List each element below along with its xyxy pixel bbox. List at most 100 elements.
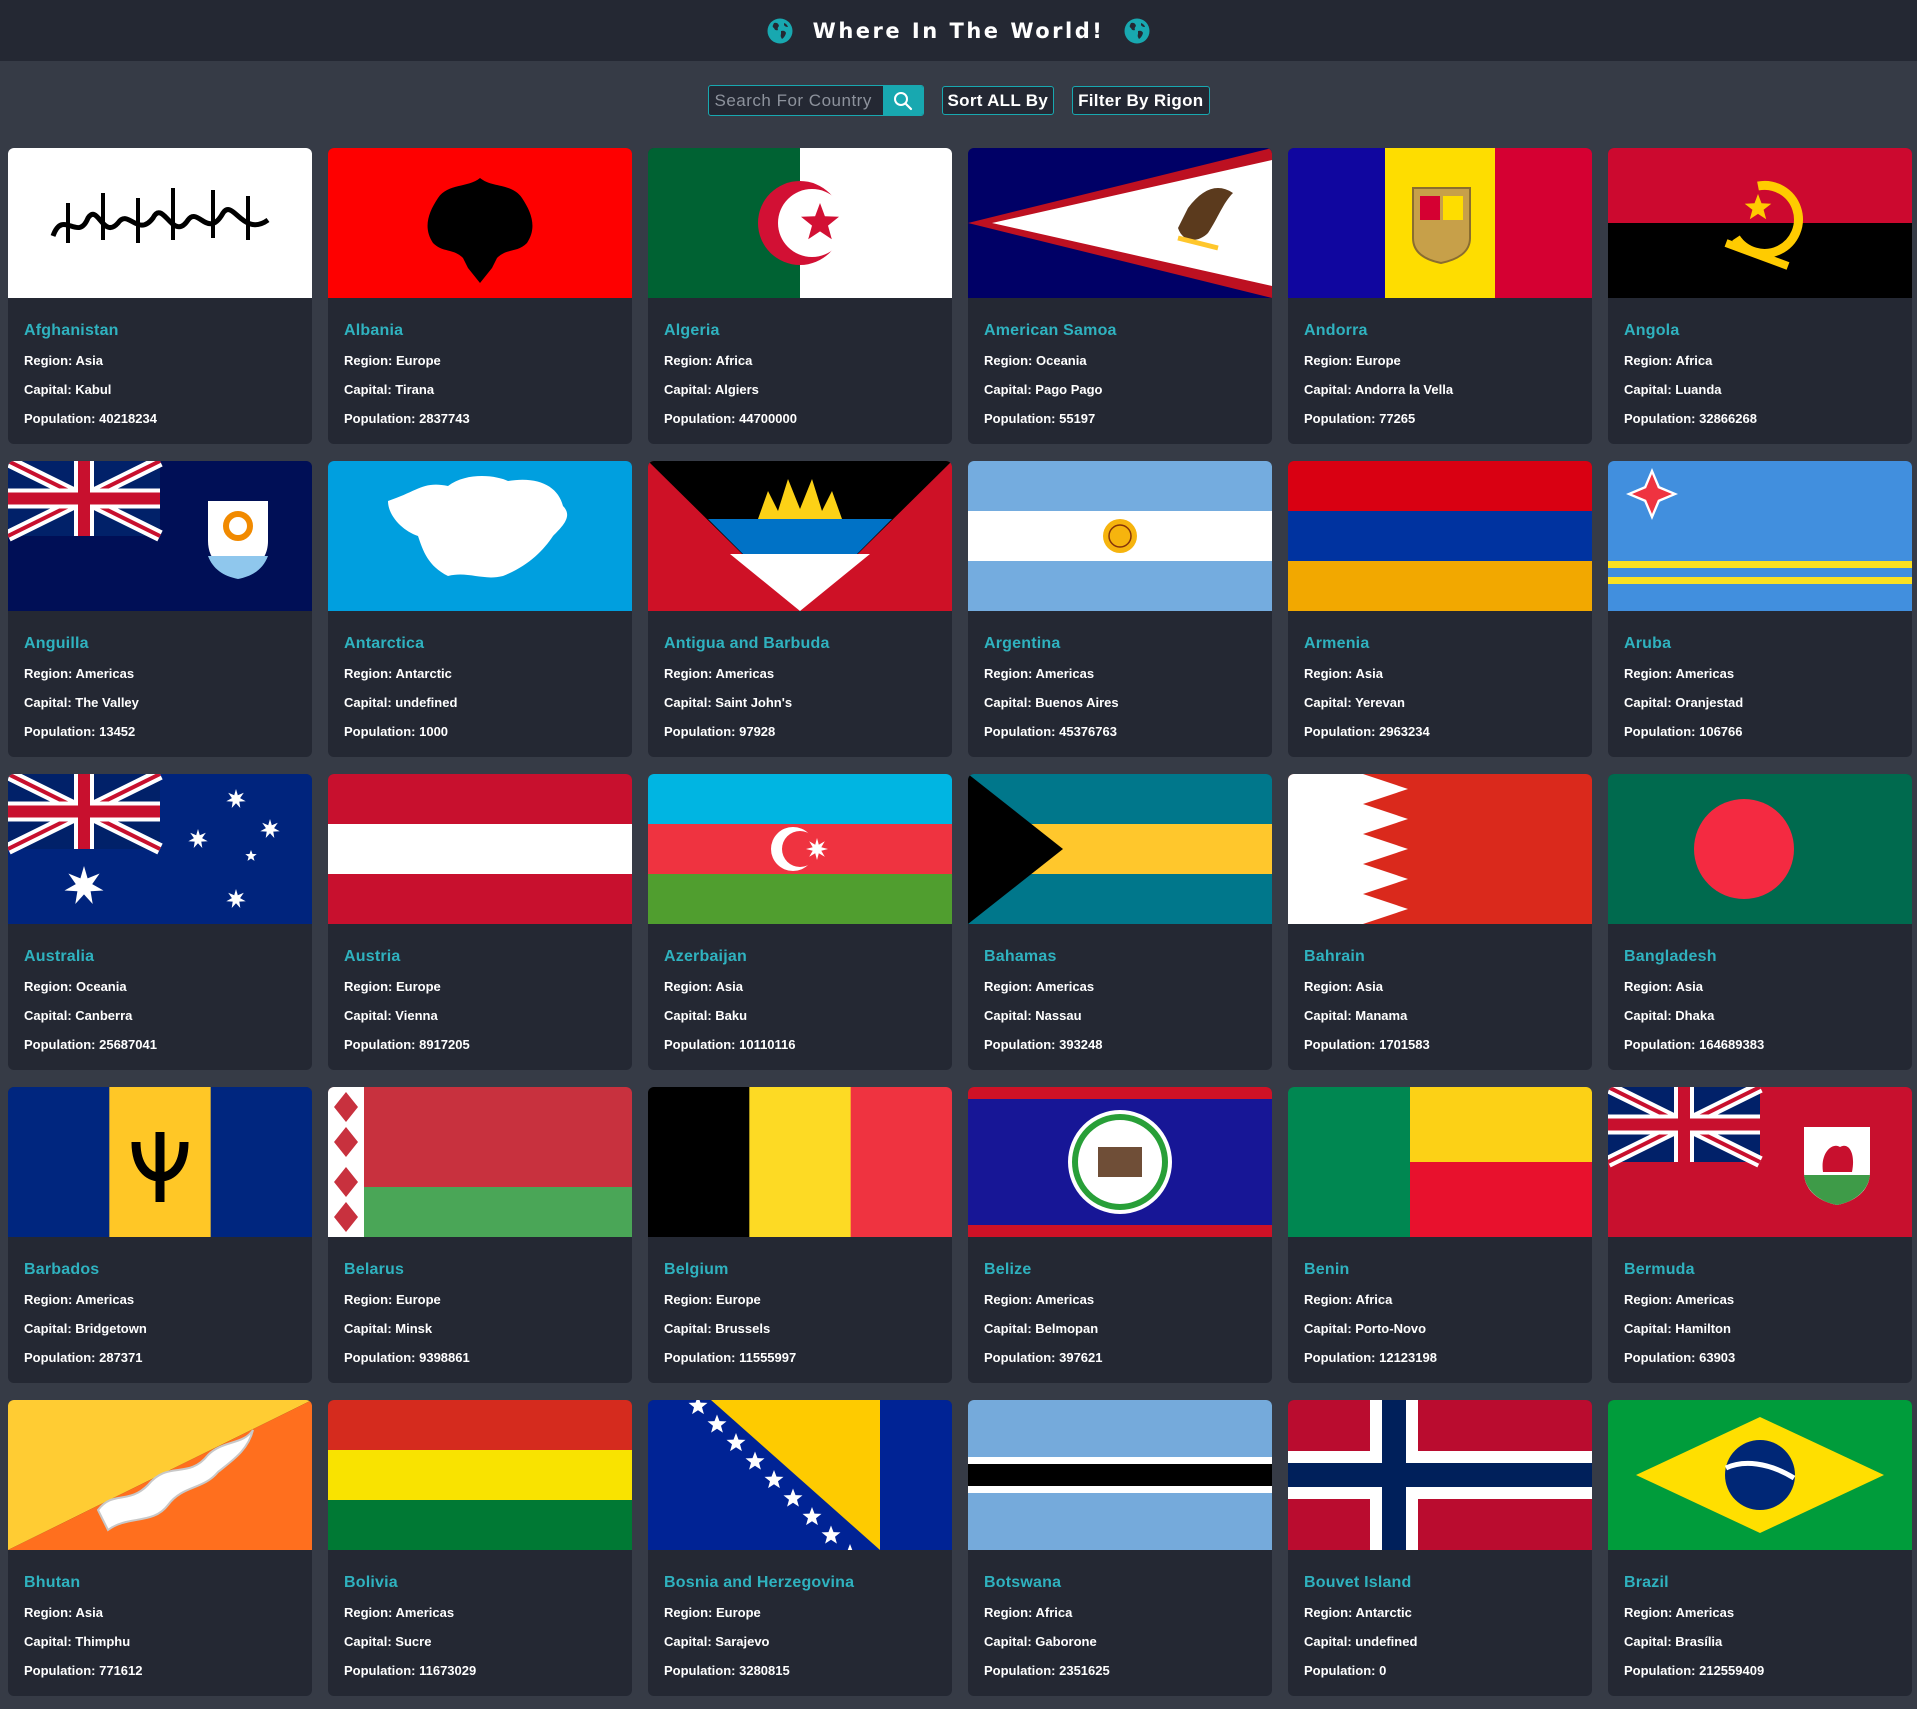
country-card-australia[interactable]: Australia Region: Oceania Capital: Canbe… [8, 774, 312, 1070]
country-card-bahamas[interactable]: Bahamas Region: Americas Capital: Nassau… [968, 774, 1272, 1070]
search-input[interactable] [708, 86, 883, 115]
country-card-benin[interactable]: Benin Region: Africa Capital: Porto-Novo… [1288, 1087, 1592, 1383]
bouvet-island-flag [1288, 1400, 1592, 1550]
country-name[interactable]: Belize [984, 1261, 1256, 1279]
country-name[interactable]: Belarus [344, 1261, 616, 1279]
country-card-bermuda[interactable]: Bermuda Region: Americas Capital: Hamilt… [1608, 1087, 1912, 1383]
brazil-flag [1608, 1400, 1912, 1550]
country-name[interactable]: Bahrain [1304, 948, 1576, 966]
country-card-american-samoa[interactable]: American Samoa Region: Oceania Capital: … [968, 148, 1272, 444]
country-name[interactable]: Barbados [24, 1261, 296, 1279]
country-population: Population: 25687041 [24, 1037, 157, 1052]
country-card-angola[interactable]: Angola Region: Africa Capital: Luanda Po… [1608, 148, 1912, 444]
country-capital: Capital: Minsk [344, 1321, 433, 1336]
country-name[interactable]: Austria [344, 948, 616, 966]
country-card-anguilla[interactable]: Anguilla Region: Americas Capital: The V… [8, 461, 312, 757]
country-name[interactable]: Antarctica [344, 635, 616, 653]
country-population: Population: 3280815 [664, 1663, 790, 1678]
country-card-belgium[interactable]: Belgium Region: Europe Capital: Brussels… [648, 1087, 952, 1383]
country-name[interactable]: Bahamas [984, 948, 1256, 966]
country-card-botswana[interactable]: Botswana Region: Africa Capital: Gaboron… [968, 1400, 1272, 1696]
country-population: Population: 771612 [24, 1663, 143, 1678]
search-button[interactable] [882, 86, 923, 115]
country-card-bolivia[interactable]: Bolivia Region: Americas Capital: Sucre … [328, 1400, 632, 1696]
country-name[interactable]: Angola [1624, 322, 1896, 340]
country-card-argentina[interactable]: Argentina Region: Americas Capital: Buen… [968, 461, 1272, 757]
country-population: Population: 40218234 [24, 411, 157, 426]
country-card-bahrain[interactable]: Bahrain Region: Asia Capital: Manama Pop… [1288, 774, 1592, 1070]
country-region: Region: Europe [664, 1292, 761, 1307]
country-card-bhutan[interactable]: Bhutan Region: Asia Capital: Thimphu Pop… [8, 1400, 312, 1696]
country-region: Region: Americas [1624, 666, 1735, 681]
country-name[interactable]: Brazil [1624, 1574, 1896, 1592]
country-card-belize[interactable]: Belize Region: Americas Capital: Belmopa… [968, 1087, 1272, 1383]
country-population: Population: 8917205 [344, 1037, 470, 1052]
country-name[interactable]: Algeria [664, 322, 936, 340]
country-card-aruba[interactable]: Aruba Region: Americas Capital: Oranjest… [1608, 461, 1912, 757]
country-card-bouvet-island[interactable]: Bouvet Island Region: Antarctic Capital:… [1288, 1400, 1592, 1696]
country-name[interactable]: Bosnia and Herzegovina [664, 1574, 936, 1592]
country-name[interactable]: Antigua and Barbuda [664, 635, 936, 653]
country-name[interactable]: Aruba [1624, 635, 1896, 653]
country-name[interactable]: Belgium [664, 1261, 936, 1279]
country-population: Population: 2351625 [984, 1663, 1110, 1678]
country-card-bosnia-and-herzegovina[interactable]: Bosnia and Herzegovina Region: Europe Ca… [648, 1400, 952, 1696]
country-name[interactable]: Bhutan [24, 1574, 296, 1592]
country-card-andorra[interactable]: Andorra Region: Europe Capital: Andorra … [1288, 148, 1592, 444]
country-name[interactable]: Benin [1304, 1261, 1576, 1279]
sort-button[interactable]: Sort ALL By [941, 86, 1055, 115]
country-capital: Capital: Belmopan [984, 1321, 1099, 1336]
country-capital: Capital: Tirana [344, 382, 435, 397]
card-info: Bolivia Region: Americas Capital: Sucre … [328, 1574, 632, 1682]
card-info: Barbados Region: Americas Capital: Bridg… [8, 1261, 312, 1369]
country-card-bangladesh[interactable]: Bangladesh Region: Asia Capital: Dhaka P… [1608, 774, 1912, 1070]
country-name[interactable]: Andorra [1304, 322, 1576, 340]
country-population: Population: 12123198 [1304, 1350, 1437, 1365]
country-population: Population: 13452 [24, 724, 136, 739]
country-name[interactable]: Bangladesh [1624, 948, 1896, 966]
country-card-azerbaijan[interactable]: Azerbaijan Region: Asia Capital: Baku Po… [648, 774, 952, 1070]
country-name[interactable]: Bouvet Island [1304, 1574, 1576, 1592]
country-population: Population: 106766 [1624, 724, 1743, 739]
aruba-flag [1608, 461, 1912, 611]
country-card-armenia[interactable]: Armenia Region: Asia Capital: Yerevan Po… [1288, 461, 1592, 757]
card-info: Belize Region: Americas Capital: Belmopa… [968, 1261, 1272, 1369]
country-name[interactable]: Argentina [984, 635, 1256, 653]
country-card-barbados[interactable]: Barbados Region: Americas Capital: Bridg… [8, 1087, 312, 1383]
card-info: Bahamas Region: Americas Capital: Nassau… [968, 948, 1272, 1056]
country-name[interactable]: Armenia [1304, 635, 1576, 653]
card-info: Andorra Region: Europe Capital: Andorra … [1288, 322, 1592, 430]
globe-icon [767, 18, 793, 43]
country-name[interactable]: Albania [344, 322, 616, 340]
country-card-brazil[interactable]: Brazil Region: Americas Capital: Brasíli… [1608, 1400, 1912, 1696]
angola-flag [1608, 148, 1912, 298]
country-name[interactable]: Botswana [984, 1574, 1256, 1592]
country-card-albania[interactable]: Albania Region: Europe Capital: Tirana P… [328, 148, 632, 444]
country-population: Population: 97928 [664, 724, 776, 739]
country-name[interactable]: Azerbaijan [664, 948, 936, 966]
country-name[interactable]: Bermuda [1624, 1261, 1896, 1279]
country-name[interactable]: Anguilla [24, 635, 296, 653]
country-capital: Capital: Andorra la Vella [1304, 382, 1454, 397]
filter-region-button[interactable]: Filter By Rigon [1072, 86, 1210, 115]
country-card-belarus[interactable]: Belarus Region: Europe Capital: Minsk Po… [328, 1087, 632, 1383]
country-region: Region: Africa [1304, 1292, 1393, 1307]
country-name[interactable]: Afghanistan [24, 322, 296, 340]
card-info: Antigua and Barbuda Region: Americas Cap… [648, 635, 952, 743]
country-name[interactable]: Australia [24, 948, 296, 966]
country-region: Region: Asia [664, 979, 743, 994]
country-name[interactable]: American Samoa [984, 322, 1256, 340]
country-region: Region: Americas [984, 979, 1095, 994]
anguilla-flag [8, 461, 312, 611]
country-capital: Capital: Oranjestad [1624, 695, 1744, 710]
bangladesh-flag [1608, 774, 1912, 924]
bermuda-flag [1608, 1087, 1912, 1237]
country-name[interactable]: Bolivia [344, 1574, 616, 1592]
country-card-afghanistan[interactable]: Afghanistan Region: Asia Capital: Kabul … [8, 148, 312, 444]
belgium-flag [648, 1087, 952, 1237]
country-card-antarctica[interactable]: Antarctica Region: Antarctic Capital: un… [328, 461, 632, 757]
country-card-austria[interactable]: Austria Region: Europe Capital: Vienna P… [328, 774, 632, 1070]
country-card-antigua-and-barbuda[interactable]: Antigua and Barbuda Region: Americas Cap… [648, 461, 952, 757]
bhutan-flag [8, 1400, 312, 1550]
country-card-algeria[interactable]: Algeria Region: Africa Capital: Algiers … [648, 148, 952, 444]
